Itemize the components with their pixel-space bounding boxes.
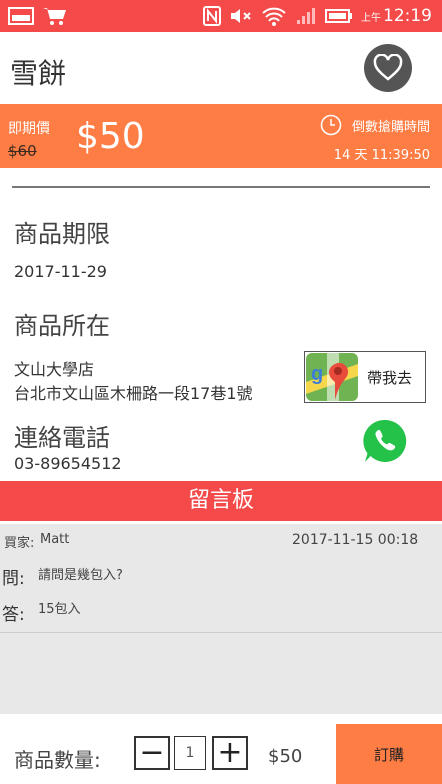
countdown-value: 14 天 11:39:50 (333, 148, 430, 163)
message-timestamp: 2017-11-15 00:18 (292, 532, 419, 548)
message-board-header: 留言板 (0, 481, 442, 521)
message-separator (0, 632, 442, 633)
store-name: 文山大學店 (14, 360, 95, 379)
nfc-icon (203, 6, 221, 26)
countdown-label: 倒數搶購時間 (320, 114, 430, 136)
favorite-button[interactable] (364, 44, 412, 92)
quantity-input[interactable]: 1 (174, 736, 206, 770)
decrease-quantity-button[interactable]: − (134, 736, 170, 770)
image-notification-icon (8, 7, 34, 25)
google-maps-icon: g (306, 353, 358, 401)
phone-number: 03-89654512 (14, 454, 122, 473)
status-bar: 上午 12:19 (0, 0, 442, 32)
countdown-label-text: 倒數搶購時間 (351, 119, 430, 135)
question-label: 問: (2, 569, 25, 589)
message-board[interactable]: 買家: Matt 2017-11-15 00:18 問: 請問是幾包入? 答: … (0, 524, 442, 714)
title-bar: 雪餅 (0, 32, 442, 104)
quantity-label: 商品數量: (14, 748, 101, 772)
store-address: 台北市文山區木柵路一段17巷1號 (14, 384, 253, 403)
navigate-button[interactable]: g 帶我去 (304, 351, 426, 403)
svg-text:g: g (311, 363, 323, 385)
mute-icon (231, 9, 251, 23)
page-title: 雪餅 (10, 57, 67, 90)
order-footer: 商品數量: − 1 + $50 訂購 (0, 722, 442, 784)
cart-notification-icon (43, 8, 66, 25)
navigate-button-label: 帶我去 (367, 368, 413, 387)
divider (12, 186, 430, 188)
wifi-icon (262, 7, 286, 26)
buyer-name: Matt (40, 532, 70, 547)
original-price: $60 (8, 142, 37, 160)
current-price: $50 (76, 116, 145, 157)
expiry-date: 2017-11-29 (14, 262, 107, 281)
signal-icon (297, 8, 315, 24)
price-bar: 即期價 $60 $50 倒數搶購時間 14 天 11:39:50 (0, 104, 442, 168)
battery-icon (325, 9, 352, 23)
heart-icon (373, 54, 403, 81)
order-button[interactable]: 訂購 (336, 724, 442, 784)
time-ampm: 上午 (361, 12, 381, 24)
total-price: $50 (268, 746, 303, 767)
clock-icon (320, 114, 342, 136)
clock: 12:19 (383, 6, 432, 26)
answer-label: 答: (2, 605, 25, 625)
increase-quantity-button[interactable]: + (212, 736, 248, 770)
location-heading: 商品所在 (14, 312, 110, 340)
contact-heading: 連絡電話 (14, 424, 110, 452)
answer-text: 15包入 (38, 602, 81, 617)
buyer-label: 買家: (4, 536, 35, 551)
discount-price-label: 即期價 (8, 121, 50, 137)
expiry-heading: 商品期限 (14, 220, 110, 248)
whatsapp-call-icon[interactable] (362, 418, 408, 464)
question-text: 請問是幾包入? (38, 568, 123, 583)
